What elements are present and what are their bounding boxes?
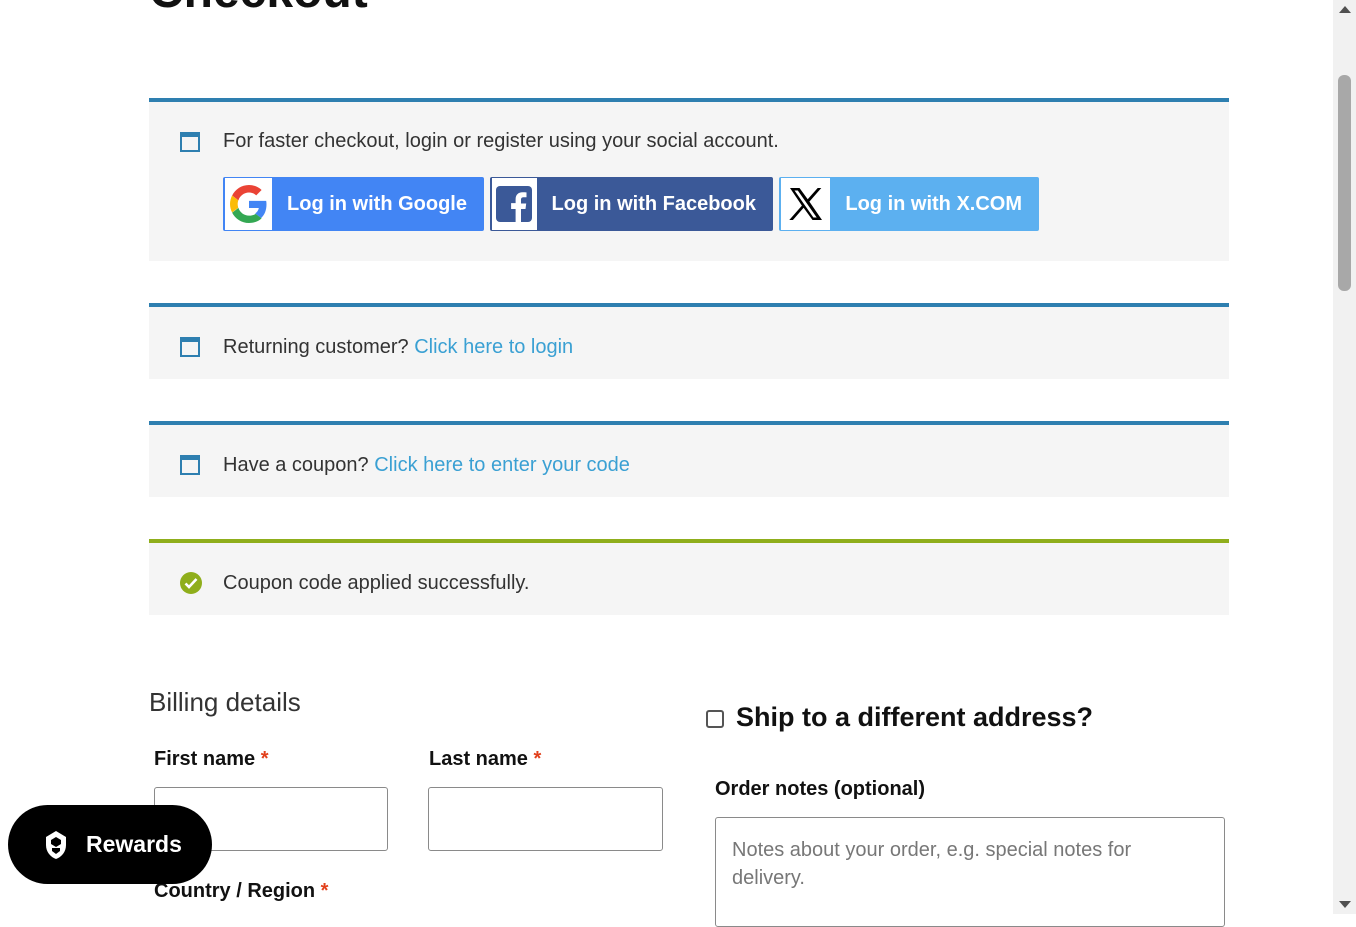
facebook-login-button[interactable]: Log in with Facebook xyxy=(490,177,773,231)
facebook-icon xyxy=(492,178,537,230)
last-name-input[interactable] xyxy=(428,787,663,851)
order-notes-label: Order notes (optional) xyxy=(715,778,925,800)
rewards-icon xyxy=(44,830,68,860)
x-icon xyxy=(781,178,831,230)
coupon-notice: Have a coupon? Click here to enter your … xyxy=(149,421,1229,497)
required-mark: * xyxy=(320,880,329,902)
social-login-notice: For faster checkout, login or register u… xyxy=(149,98,1229,261)
order-notes-textarea[interactable]: Notes about your order, e.g. special not… xyxy=(715,817,1225,927)
first-name-label: First name * xyxy=(154,748,269,771)
window-icon xyxy=(180,455,200,475)
first-name-label-text: First name xyxy=(154,748,256,770)
google-login-label: Log in with Google xyxy=(287,192,467,215)
required-mark: * xyxy=(533,748,542,770)
order-notes-placeholder: Notes about your order, e.g. special not… xyxy=(732,839,1132,889)
window-icon xyxy=(180,132,200,152)
page-title: Checkout xyxy=(149,0,368,16)
returning-customer-notice: Returning customer? Click here to login xyxy=(149,303,1229,379)
enter-coupon-link[interactable]: Click here to enter your code xyxy=(374,454,630,476)
ship-different-address-checkbox[interactable] xyxy=(706,710,724,728)
coupon-success-message: Coupon code applied successfully. xyxy=(223,572,530,594)
rewards-label: Rewards xyxy=(86,831,182,857)
last-name-label: Last name * xyxy=(429,748,541,771)
returning-customer-message: Returning customer? Click here to login xyxy=(223,336,573,359)
window-icon xyxy=(180,337,200,357)
scrollbar-thumb[interactable] xyxy=(1338,75,1351,291)
scroll-down-arrow-icon[interactable] xyxy=(1339,901,1351,908)
social-login-message: For faster checkout, login or register u… xyxy=(223,130,779,152)
required-mark: * xyxy=(260,748,269,770)
social-login-buttons: Log in with Google Log in with Facebook … xyxy=(223,177,1039,231)
coupon-success-notice: Coupon code applied successfully. xyxy=(149,539,1229,615)
x-login-button[interactable]: Log in with X.COM xyxy=(779,177,1039,231)
scroll-up-arrow-icon[interactable] xyxy=(1339,6,1351,13)
ship-different-address-label[interactable]: Ship to a different address? xyxy=(736,702,1093,733)
rewards-launcher-button[interactable]: Rewards xyxy=(8,805,212,884)
last-name-label-text: Last name xyxy=(429,748,528,770)
coupon-message: Have a coupon? Click here to enter your … xyxy=(223,454,630,477)
check-circle-icon xyxy=(180,572,202,594)
page-scrollbar[interactable] xyxy=(1333,0,1356,914)
returning-customer-text: Returning customer? xyxy=(223,336,409,358)
x-login-label: Log in with X.COM xyxy=(845,192,1022,215)
coupon-text: Have a coupon? xyxy=(223,454,369,476)
facebook-login-label: Log in with Facebook xyxy=(551,192,756,215)
google-icon xyxy=(225,178,273,230)
login-link[interactable]: Click here to login xyxy=(414,336,573,358)
google-login-button[interactable]: Log in with Google xyxy=(223,177,484,231)
country-region-label: Country / Region * xyxy=(154,880,328,903)
billing-details-title: Billing details xyxy=(149,687,301,717)
